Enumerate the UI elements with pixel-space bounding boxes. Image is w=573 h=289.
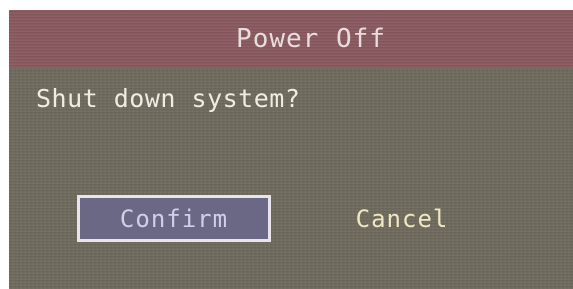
confirm-button[interactable]: Confirm (77, 195, 271, 242)
cancel-button[interactable]: Cancel (327, 195, 477, 242)
power-off-dialog: Power Off Shut down system? Confirm Canc… (9, 10, 573, 289)
dialog-title-bar: Power Off (9, 10, 573, 68)
dialog-title: Power Off (236, 24, 386, 54)
dialog-message: Shut down system? (36, 84, 301, 113)
